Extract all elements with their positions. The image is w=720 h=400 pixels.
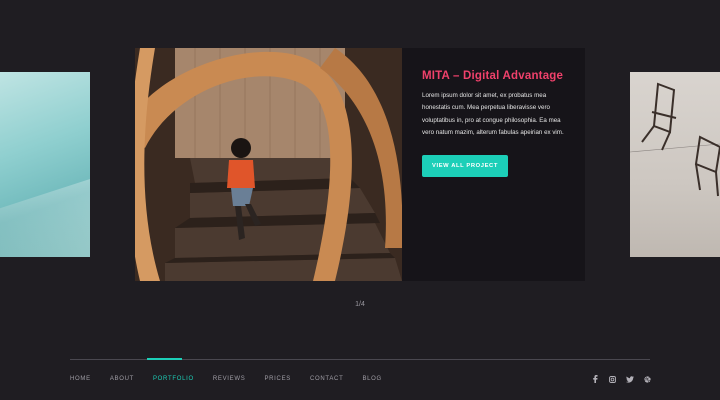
next-slide-image[interactable]: [630, 72, 720, 257]
nav-home[interactable]: HOME: [70, 376, 91, 382]
chairs-illustration: [630, 82, 720, 197]
nav-prices[interactable]: PRICES: [264, 376, 291, 382]
nav-portfolio[interactable]: PORTFOLIO: [153, 376, 194, 382]
project-description: Lorem ipsum dolor sit amet, ex probatus …: [422, 92, 564, 137]
active-nav-indicator: [147, 358, 182, 360]
footer-nav: HOME ABOUT PORTFOLIO REVIEWS PRICES CONT…: [70, 376, 401, 382]
nav-contact[interactable]: CONTACT: [310, 376, 343, 382]
project-title: MITA – Digital Advantage: [422, 70, 564, 82]
project-info: MITA – Digital Advantage Lorem ipsum dol…: [422, 70, 572, 140]
project-photo: [135, 48, 402, 281]
slide-counter: 1/4: [355, 301, 365, 308]
nav-reviews[interactable]: REVIEWS: [213, 376, 246, 382]
view-all-project-button[interactable]: VIEW ALL PROJECT: [422, 155, 508, 177]
nav-about[interactable]: ABOUT: [110, 376, 134, 382]
prev-slide-image[interactable]: [0, 72, 90, 257]
instagram-icon[interactable]: [608, 375, 616, 383]
project-card: MITA – Digital Advantage Lorem ipsum dol…: [135, 48, 585, 281]
facebook-icon[interactable]: [591, 375, 599, 383]
dribbble-icon[interactable]: [643, 375, 651, 383]
twitter-icon[interactable]: [626, 375, 634, 383]
nav-blog[interactable]: BLOG: [362, 376, 381, 382]
